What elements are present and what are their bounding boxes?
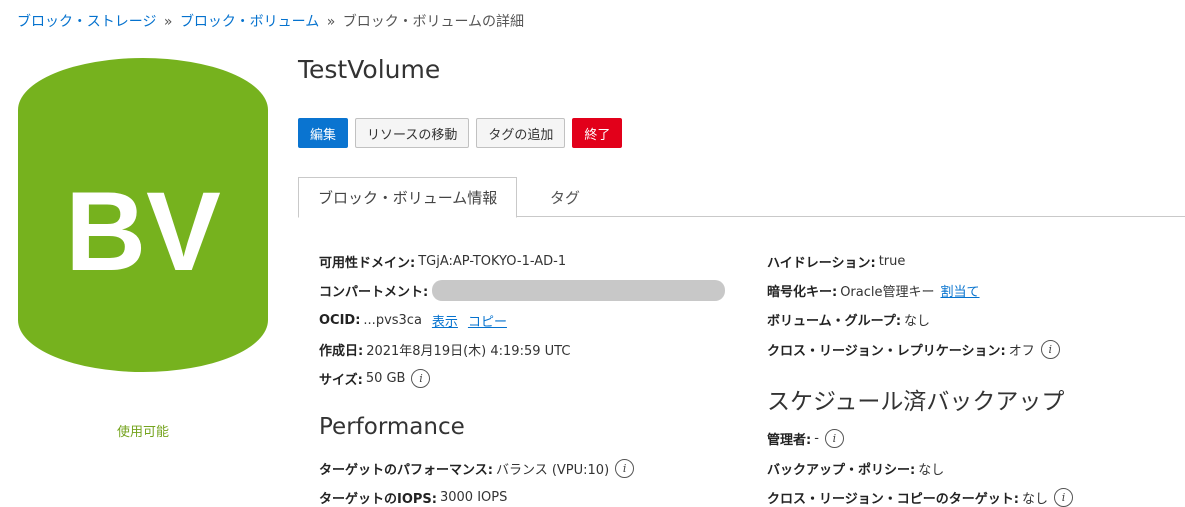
size-row: サイズ: 50 GB i [319, 368, 431, 388]
hydration-row: ハイドレーション: true [767, 251, 905, 271]
field-value: Oracle管理キー [840, 284, 935, 300]
field-value: ...pvs3ca [363, 312, 422, 328]
breadcrumb: ブロック・ストレージ » ブロック・ボリューム » ブロック・ボリュームの詳細 [17, 11, 524, 31]
created-row: 作成日: 2021年8月19日(木) 4:19:59 UTC [319, 339, 570, 359]
field-label: クロス・リージョン・レプリケーション: [767, 343, 1006, 359]
field-value: TGjA:AP-TOKYO-1-AD-1 [418, 253, 567, 269]
info-icon[interactable]: i [615, 458, 635, 478]
tab-bar: ブロック・ボリューム情報 タグ [298, 177, 1185, 218]
field-label: ターゲットのIOPS: [319, 491, 437, 507]
field-value: オフ [1008, 343, 1035, 359]
edit-button[interactable]: 編集 [298, 118, 349, 148]
field-label: コンパートメント: [319, 284, 429, 300]
manager-row: 管理者: - i [767, 428, 844, 448]
ocid-copy-link[interactable]: コピー [468, 311, 507, 330]
info-icon[interactable]: i [411, 368, 431, 388]
ocid-show-link[interactable]: 表示 [432, 311, 458, 330]
breadcrumb-block-volumes[interactable]: ブロック・ボリューム [180, 14, 319, 30]
field-label: ボリューム・グループ: [767, 313, 902, 329]
field-label: ハイドレーション: [767, 255, 876, 271]
field-value: 50 GB [365, 370, 406, 386]
performance-heading: Performance [319, 414, 465, 440]
target-performance-row: ターゲットのパフォーマンス: バランス (VPU:10) i [319, 458, 635, 478]
field-value: なし [1021, 491, 1048, 507]
tab-tags[interactable]: タグ [531, 177, 599, 217]
volume-group-row: ボリューム・グループ: なし [767, 309, 930, 329]
field-value: - [814, 430, 819, 446]
assign-key-link[interactable]: 割当て [941, 281, 980, 300]
volume-badge-icon: BV [18, 58, 268, 372]
breadcrumb-separator: » [163, 14, 173, 30]
action-bar: 編集 リソースの移動 タグの追加 終了 [298, 118, 623, 148]
breadcrumb-current: ブロック・ボリュームの詳細 [342, 14, 525, 30]
breadcrumb-block-storage[interactable]: ブロック・ストレージ [17, 14, 156, 30]
redacted-compartment-value [432, 279, 726, 301]
field-label: クロス・リージョン・コピーのターゲット: [767, 491, 1019, 507]
info-icon[interactable]: i [1053, 487, 1073, 507]
target-iops-row: ターゲットのIOPS: 3000 IOPS [319, 487, 507, 507]
info-icon[interactable]: i [1040, 339, 1060, 359]
field-label: OCID: [319, 312, 361, 328]
field-label: ターゲットのパフォーマンス: [319, 462, 493, 478]
badge-text: BV [65, 169, 221, 294]
field-label: 暗号化キー: [767, 284, 838, 300]
lifecycle-status: 使用可能 [116, 425, 169, 440]
field-value: バランス (VPU:10) [495, 462, 610, 478]
move-resource-button[interactable]: リソースの移動 [355, 118, 470, 148]
cross-region-replication-row: クロス・リージョン・レプリケーション: オフ i [767, 339, 1060, 359]
backup-policy-row: バックアップ・ポリシー: なし [767, 458, 944, 478]
terminate-button[interactable]: 終了 [572, 118, 623, 148]
field-value: 2021年8月19日(木) 4:19:59 UTC [366, 343, 571, 359]
field-value: true [878, 253, 906, 269]
ocid-row: OCID: ...pvs3ca 表示 コピー [319, 310, 507, 330]
field-label: 作成日: [319, 343, 364, 359]
tab-volume-info[interactable]: ブロック・ボリューム情報 [298, 177, 518, 218]
compartment-row: コンパートメント: [319, 279, 726, 301]
field-label: 管理者: [767, 432, 812, 448]
page-title: TestVolume [298, 55, 441, 84]
field-value: 3000 IOPS [439, 489, 508, 505]
encryption-key-row: 暗号化キー: Oracle管理キー 割当て [767, 280, 980, 300]
field-label: バックアップ・ポリシー: [767, 462, 916, 478]
field-value: なし [904, 313, 931, 329]
breadcrumb-separator: » [326, 14, 336, 30]
field-label: サイズ: [319, 372, 363, 388]
info-icon[interactable]: i [824, 428, 844, 448]
add-tags-button[interactable]: タグの追加 [476, 118, 566, 148]
field-value: なし [918, 462, 945, 478]
scheduled-backups-heading: スケジュール済バックアップ [767, 389, 1065, 415]
availability-domain-row: 可用性ドメイン: TGjA:AP-TOKYO-1-AD-1 [319, 251, 566, 271]
cross-region-copy-row: クロス・リージョン・コピーのターゲット: なし i [767, 487, 1073, 507]
field-label: 可用性ドメイン: [319, 255, 416, 271]
